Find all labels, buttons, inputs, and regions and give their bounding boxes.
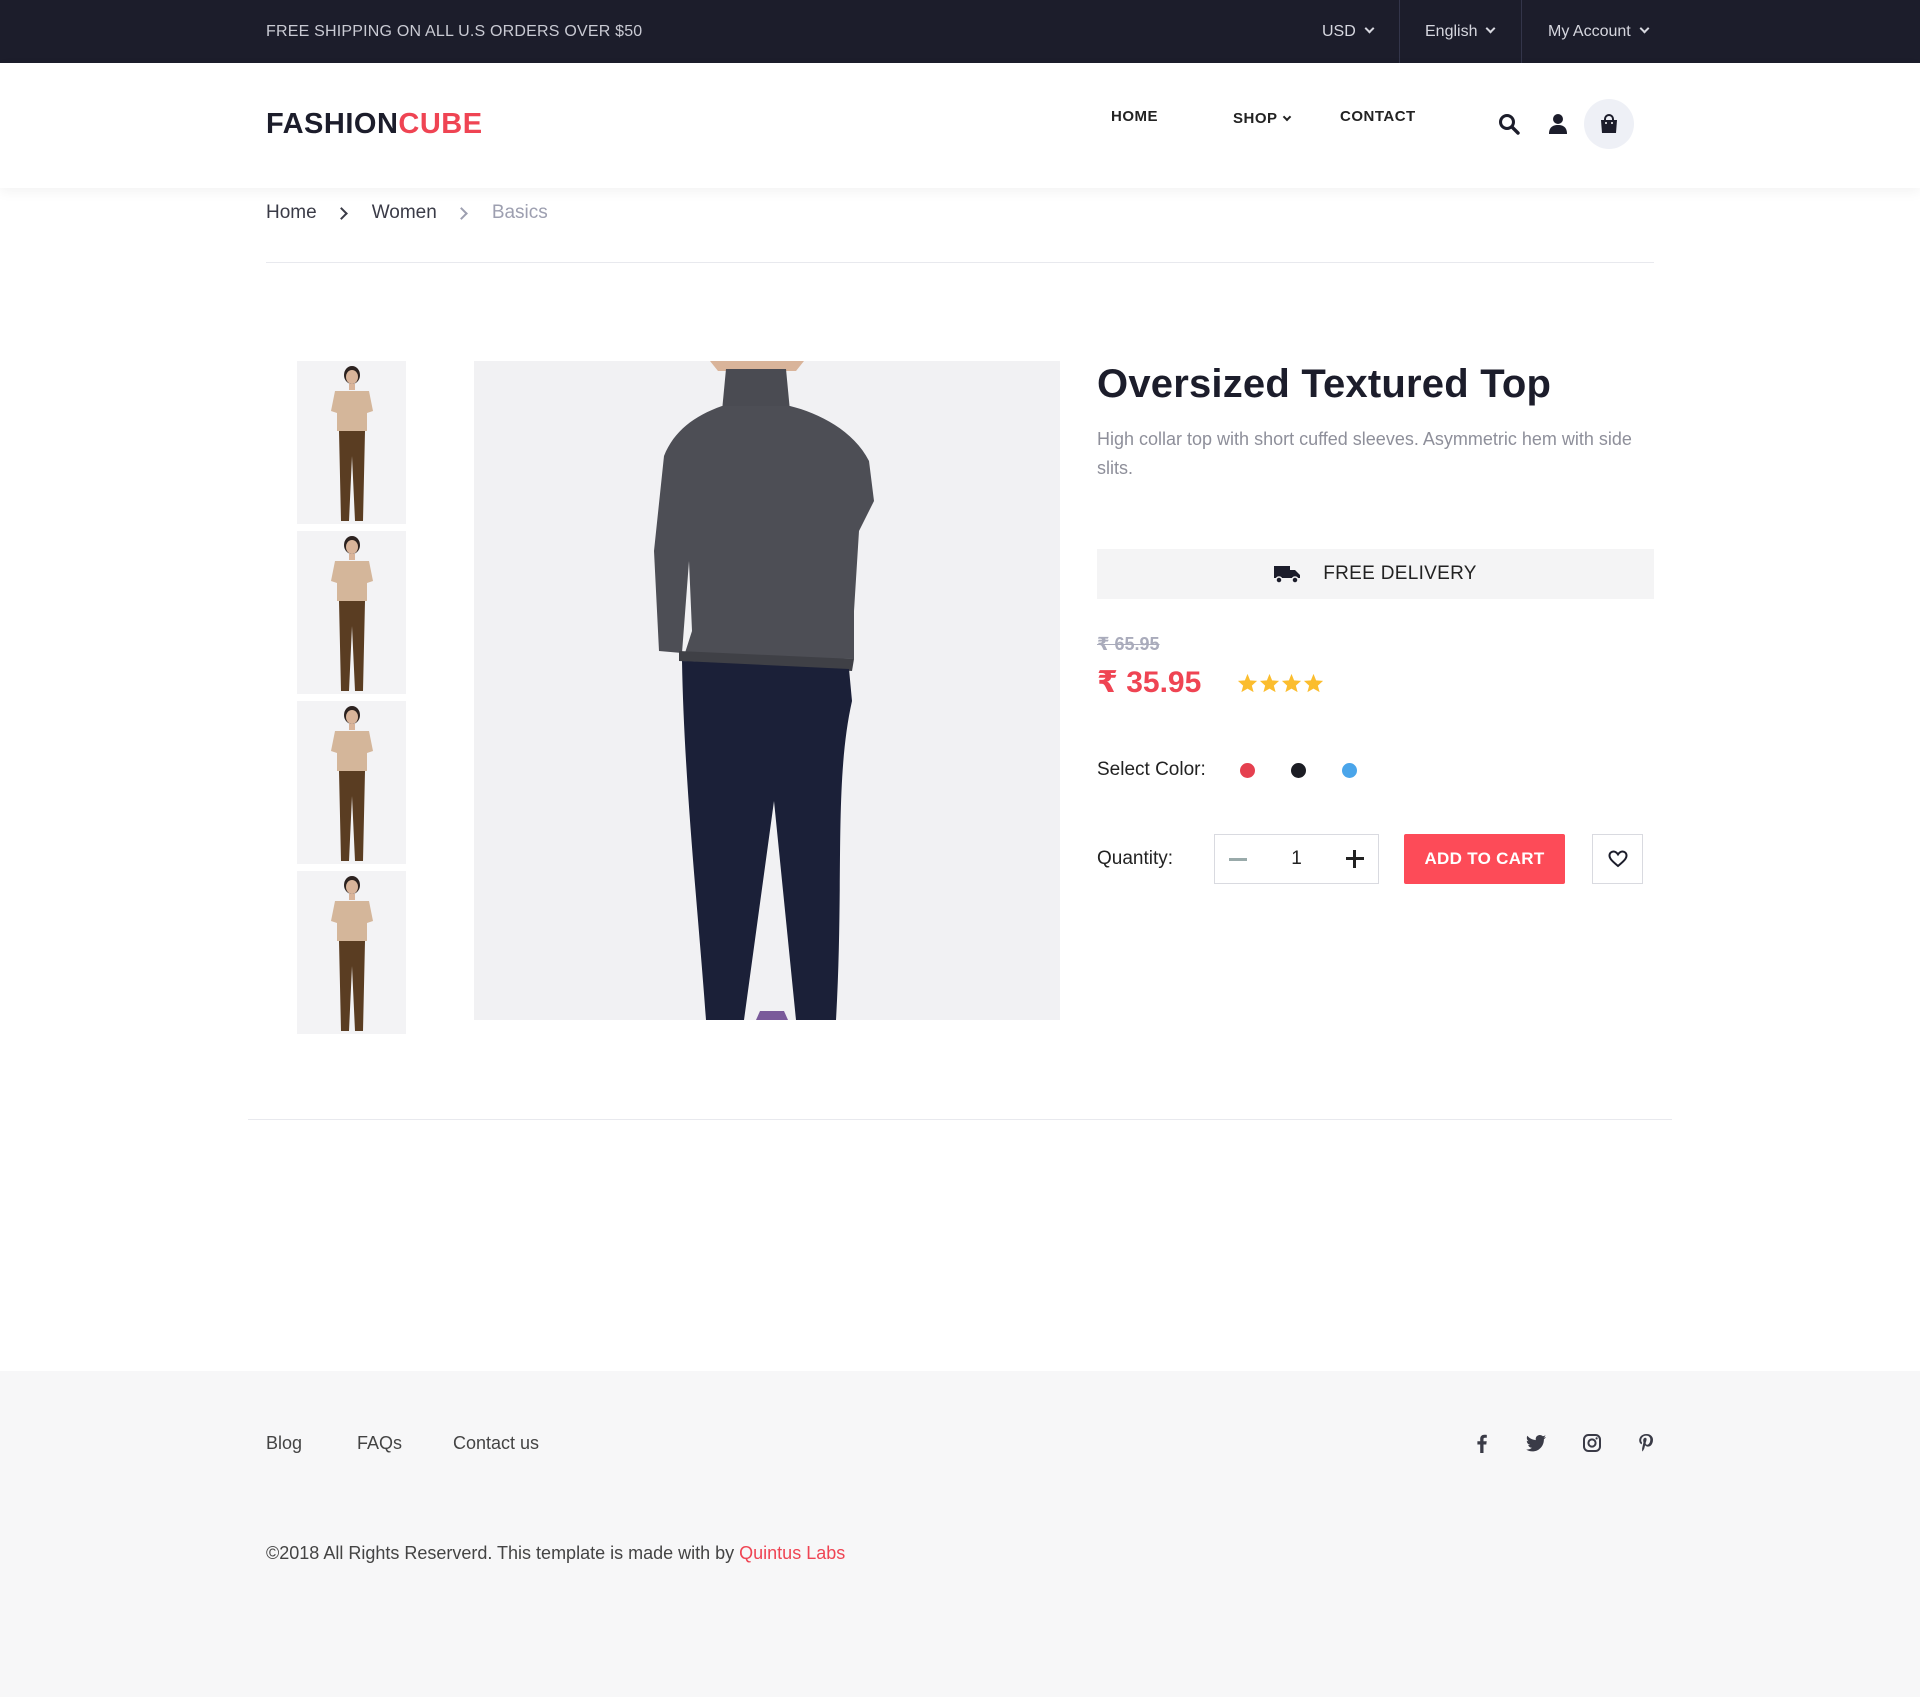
twitter-link[interactable] [1524,1431,1548,1455]
search-button[interactable] [1484,99,1534,149]
language-label: English [1425,23,1478,40]
model-thumbnail-image [297,871,406,1034]
add-to-cart-button[interactable]: ADD TO CART [1404,834,1565,884]
chevron-right-icon [454,206,468,220]
product-thumbnail[interactable] [297,531,406,694]
select-color-label: Select Color: [1097,759,1206,780]
account-label: My Account [1548,23,1631,40]
truck-icon [1274,566,1301,584]
quantity-value[interactable]: 1 [1291,848,1302,870]
cart-button[interactable] [1584,99,1634,149]
quantity-stepper: 1 [1214,834,1379,884]
chevron-right-icon [334,206,348,220]
account-button[interactable] [1533,99,1583,149]
section-divider [248,1119,1672,1120]
product-thumbnail[interactable] [297,701,406,864]
instagram-icon [1583,1434,1601,1452]
shipping-promo: FREE SHIPPING ON ALL U.S ORDERS OVER $50 [266,23,643,40]
account-menu[interactable]: My Account [1548,0,1650,63]
chevron-down-icon [1486,23,1496,34]
product-description: High collar top with short cuffed sleeve… [1097,429,1632,478]
shopping-bag-icon [1601,114,1617,133]
product-thumbnail[interactable] [297,361,406,524]
model-thumbnail-image [297,701,406,864]
star-icon [1259,673,1280,693]
footer-link-faqs[interactable]: FAQs [357,1433,402,1454]
chevron-down-icon [1282,112,1291,122]
color-swatch-black[interactable] [1291,763,1306,778]
site-footer: Blog FAQs Contact us ©2018 All Rights Re… [0,1371,1920,1697]
old-price: ₹ 65.95 [1097,634,1160,654]
currency-label: USD [1322,23,1356,40]
language-selector[interactable]: English [1425,0,1496,63]
star-icon [1303,673,1324,693]
free-delivery-label: FREE DELIVERY [1323,563,1477,584]
breadcrumb: Home Women Basics [266,202,548,224]
footer-link-contact[interactable]: Contact us [453,1433,539,1454]
logo-main: FASHION [266,108,399,140]
divider [1521,0,1522,63]
logo-accent: CUBE [398,108,483,140]
breadcrumb-divider [266,262,1654,263]
color-swatch-red[interactable] [1240,763,1255,778]
rating-stars [1237,673,1324,693]
heart-icon [1607,850,1628,868]
nav-home[interactable]: HOME [1111,108,1158,125]
currency-selector[interactable]: USD [1322,0,1375,63]
product-main-image [474,361,1060,1020]
nav-shop-label: SHOP [1233,110,1278,127]
quintus-labs-link[interactable]: Quintus Labs [739,1543,845,1563]
breadcrumb-basics: Basics [491,202,548,223]
quantity-increase-button[interactable] [1345,850,1364,868]
nav-shop[interactable]: SHOP [1233,110,1291,127]
breadcrumb-home[interactable]: Home [266,202,317,224]
chevron-down-icon [1364,23,1375,34]
search-icon [1499,114,1520,135]
pinterest-link[interactable] [1634,1431,1658,1455]
copyright-text: ©2018 All Rights Reserverd. This templat… [266,1543,740,1563]
copyright: ©2018 All Rights Reserverd. This templat… [266,1543,845,1564]
product-title: Oversized Textured Top [1097,362,1552,406]
model-image [474,361,1060,1020]
model-thumbnail-image [297,531,406,694]
pinterest-icon [1639,1433,1653,1451]
color-swatch-blue[interactable] [1342,763,1357,778]
quantity-label: Quantity: [1097,848,1174,869]
site-header: FASHIONCUBE HOME SHOP CONTACT [0,63,1920,188]
nav-contact[interactable]: CONTACT [1340,108,1416,125]
free-delivery-banner: FREE DELIVERY [1097,549,1654,599]
product-thumbnail[interactable] [297,871,406,1034]
star-icon [1237,673,1258,693]
chevron-down-icon [1639,23,1650,34]
divider [1399,0,1400,63]
facebook-icon [1477,1434,1487,1453]
current-price: ₹ 35.95 [1097,666,1202,699]
quantity-decrease-button[interactable] [1229,857,1247,861]
facebook-link[interactable] [1470,1431,1494,1455]
wishlist-button[interactable] [1592,834,1643,884]
footer-link-blog[interactable]: Blog [266,1433,302,1454]
site-logo[interactable]: FASHIONCUBE [266,108,483,141]
model-thumbnail-image [297,361,406,524]
star-icon [1281,673,1302,693]
user-icon [1549,114,1567,134]
top-bar: FREE SHIPPING ON ALL U.S ORDERS OVER $50… [0,0,1920,63]
twitter-icon [1526,1434,1546,1451]
breadcrumb-women[interactable]: Women [372,202,437,224]
instagram-link[interactable] [1580,1431,1604,1455]
